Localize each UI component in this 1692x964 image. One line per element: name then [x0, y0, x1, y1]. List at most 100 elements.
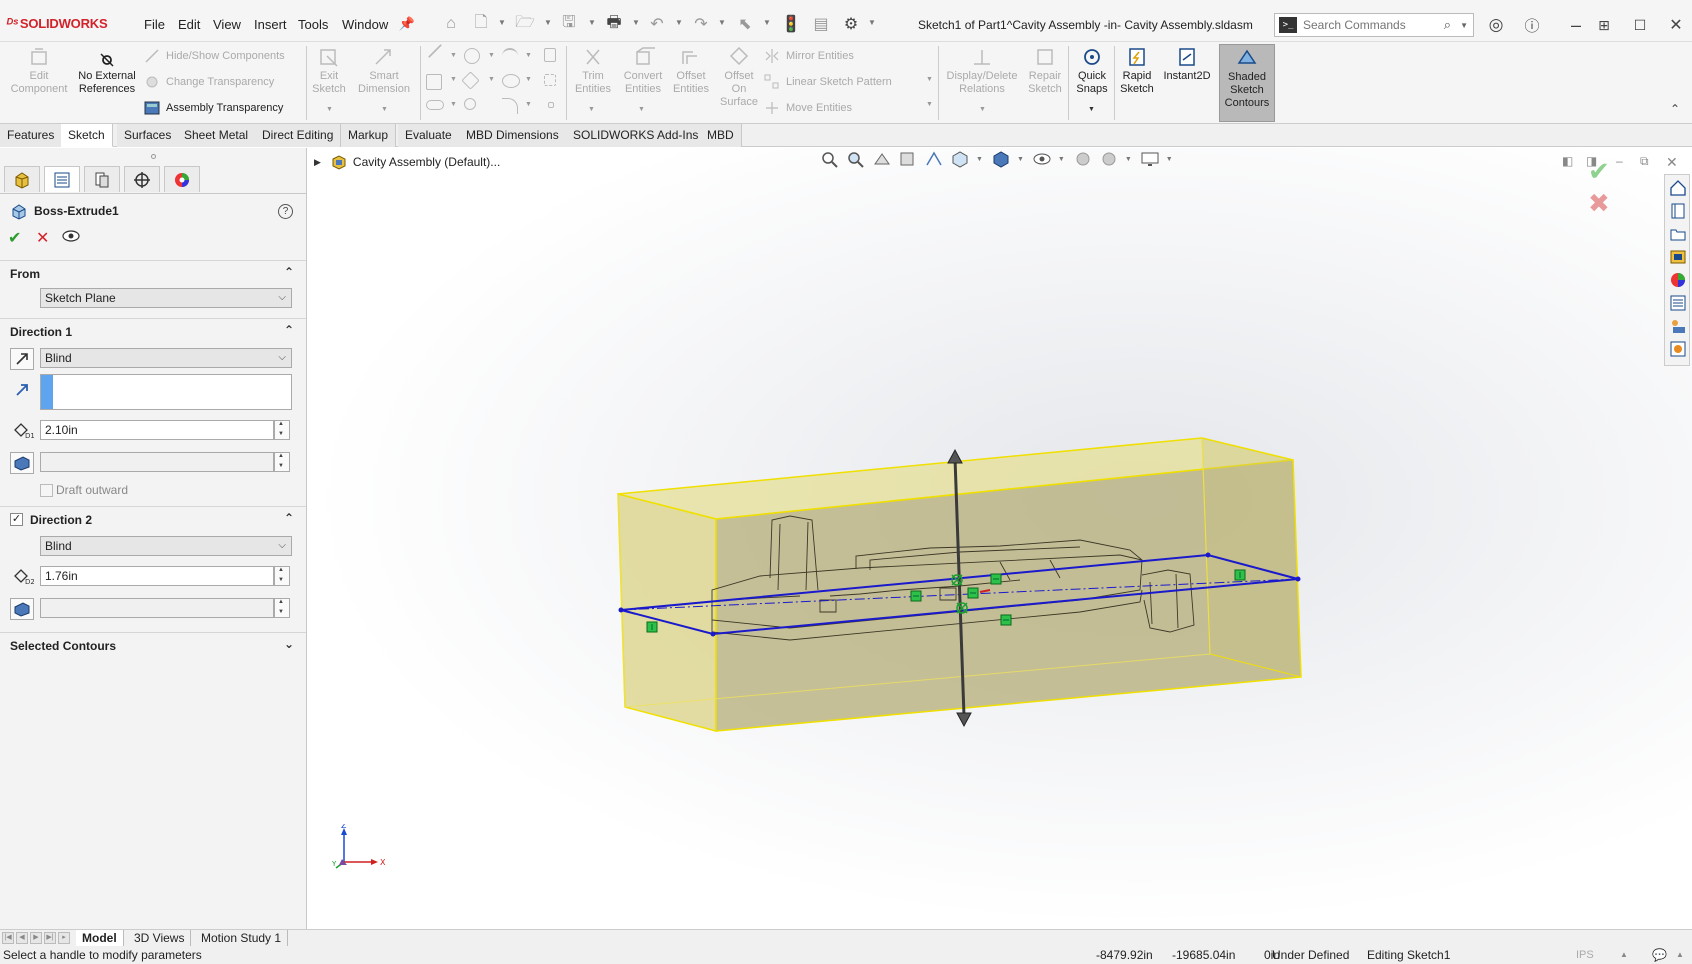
- draft-angle-spinner-2[interactable]: [274, 598, 290, 618]
- options-dropdown-icon[interactable]: ▼: [868, 18, 876, 27]
- direction1-depth-input[interactable]: 2.10in: [40, 420, 274, 440]
- direction-of-extrusion-selection-box[interactable]: [40, 374, 292, 410]
- rapid-sketch-button[interactable]: Rapid Sketch: [1116, 46, 1158, 96]
- pattern-dropdown-icon[interactable]: ▼: [926, 76, 933, 83]
- draft-angle-spinner[interactable]: [274, 452, 290, 472]
- next-tab-nav-icon[interactable]: ▶: [30, 932, 42, 944]
- help-icon[interactable]: ?: [278, 204, 293, 219]
- exit-sketch-dropdown-icon[interactable]: ▼: [326, 106, 333, 113]
- reverse-direction1-button[interactable]: [10, 348, 34, 370]
- expand-chevron-icon[interactable]: ⌄: [284, 637, 294, 651]
- relations-dropdown-icon[interactable]: ▼: [979, 106, 986, 113]
- search-commands-box[interactable]: >_ ⌕ ▼: [1274, 13, 1474, 37]
- direction2-drag-handle-arrow[interactable]: [956, 712, 972, 728]
- draft-on-off-button-2[interactable]: [10, 598, 34, 620]
- tab-surfaces[interactable]: Surfaces: [117, 124, 180, 147]
- feature-manager-tab[interactable]: [4, 166, 40, 192]
- file-properties-icon[interactable]: ▤: [810, 13, 832, 35]
- home-icon[interactable]: ⌂: [440, 13, 462, 35]
- trim-dropdown-icon[interactable]: ▼: [588, 106, 595, 113]
- repair-sketch-button[interactable]: Repair Sketch: [1024, 46, 1066, 96]
- tab-markup[interactable]: Markup: [341, 124, 397, 147]
- tab-sheet-metal[interactable]: Sheet Metal: [177, 124, 257, 147]
- direction1-group-header[interactable]: Direction 1 ⌃: [0, 318, 306, 342]
- save-icon[interactable]: 🖫: [558, 13, 580, 35]
- display-delete-relations-button[interactable]: Display/Delete Relations: [942, 46, 1022, 96]
- rectangle-dropdown-icon[interactable]: ▼: [450, 76, 457, 83]
- assembly-transparency-button[interactable]: Assembly Transparency: [144, 100, 283, 116]
- convert-entities-button[interactable]: Convert Entities: [618, 46, 668, 96]
- solidworks-logo[interactable]: ᴰˢ SOLIDWORKS: [6, 14, 108, 32]
- print-icon[interactable]: 🖶: [603, 13, 625, 35]
- hide-show-components-button[interactable]: Hide/Show Components: [144, 48, 285, 64]
- direction1-drag-handle-arrow[interactable]: [947, 448, 963, 464]
- status-units[interactable]: IPS: [1576, 946, 1594, 964]
- search-icon[interactable]: ⌕: [1444, 17, 1451, 33]
- linear-sketch-pattern-button[interactable]: Linear Sketch Pattern: [764, 74, 892, 90]
- configuration-manager-tab[interactable]: [84, 166, 120, 192]
- tab-mbd[interactable]: MBD: [700, 124, 742, 147]
- edit-component-button[interactable]: Edit Component: [6, 46, 72, 96]
- tile-window-icon[interactable]: ⊞: [1594, 15, 1614, 35]
- status-bar-dropdown-icon[interactable]: ▲: [1676, 946, 1684, 964]
- dimxpert-manager-tab[interactable]: [124, 166, 160, 192]
- move-dropdown-icon[interactable]: ▼: [926, 101, 933, 108]
- from-start-condition-select[interactable]: Sketch Plane ⌵: [40, 288, 292, 308]
- collapse-ribbon-icon[interactable]: ⌃: [1670, 102, 1680, 116]
- tab-scroll-icon[interactable]: ▸: [58, 932, 70, 944]
- polygon-tool-icon[interactable]: [461, 71, 480, 90]
- tab-direct-editing[interactable]: Direct Editing: [255, 124, 342, 147]
- point-tool-icon[interactable]: [464, 98, 476, 110]
- smart-dimension-button[interactable]: Smart Dimension: [354, 46, 414, 96]
- direction2-end-condition-select[interactable]: Blind ⌵: [40, 536, 292, 556]
- circle-tool-icon[interactable]: [464, 48, 480, 64]
- graphics-area[interactable]: ▶ Cavity Assembly (Default)... ▼ ▼ ▼ ▼ ▼…: [308, 148, 1692, 929]
- rectangle-tool-icon[interactable]: [426, 74, 442, 90]
- draft-angle-input[interactable]: [40, 452, 274, 472]
- plane-tool-icon[interactable]: [544, 74, 556, 86]
- options-gear-icon[interactable]: ⚙: [840, 13, 862, 35]
- draft-outward-checkbox[interactable]: [40, 484, 53, 497]
- new-dropdown-icon[interactable]: ▼: [498, 18, 506, 27]
- exit-sketch-button[interactable]: Exit Sketch: [308, 46, 350, 96]
- tab-model[interactable]: Model: [76, 930, 124, 947]
- draft-angle-input-2[interactable]: [40, 598, 274, 618]
- change-transparency-button[interactable]: Change Transparency: [144, 74, 274, 90]
- print-dropdown-icon[interactable]: ▼: [632, 18, 640, 27]
- rebuild-icon[interactable]: 🚦: [780, 13, 802, 35]
- prev-tab-nav-icon[interactable]: ◀: [16, 932, 28, 944]
- tab-sketch[interactable]: Sketch: [61, 124, 113, 147]
- mirror-entities-button[interactable]: Mirror Entities: [764, 48, 854, 64]
- fillet-tool-icon[interactable]: [502, 98, 518, 114]
- circle-dropdown-icon[interactable]: ▼: [488, 52, 495, 59]
- menu-insert[interactable]: Insert: [254, 17, 287, 33]
- maximize-window-icon[interactable]: ☐: [1630, 15, 1650, 35]
- line-tool-icon[interactable]: [427, 43, 443, 59]
- new-document-icon[interactable]: 🗋: [470, 13, 492, 35]
- help-icon[interactable]: ⓘ: [1522, 15, 1542, 35]
- offset-on-surface-button[interactable]: Offset On Surface: [716, 46, 762, 109]
- direction2-depth-spinner[interactable]: [274, 566, 290, 586]
- move-entities-button[interactable]: Move Entities: [764, 100, 852, 116]
- from-group-header[interactable]: From ⌃: [0, 260, 306, 284]
- extrude-preview-canvas[interactable]: [308, 148, 1692, 929]
- polygon-dropdown-icon[interactable]: ▼: [488, 76, 495, 83]
- undo-icon[interactable]: ↶: [646, 13, 668, 35]
- small-point-icon[interactable]: [548, 102, 554, 108]
- panel-splitter-handle[interactable]: [151, 154, 156, 159]
- line-dropdown-icon[interactable]: ▼: [450, 52, 457, 59]
- collapse-chevron-icon[interactable]: ⌃: [284, 265, 294, 279]
- rapid-tooltips-icon[interactable]: 💬: [1652, 946, 1667, 964]
- save-dropdown-icon[interactable]: ▼: [588, 18, 596, 27]
- search-dropdown-icon[interactable]: ▼: [1460, 21, 1468, 30]
- tab-motion-study-1[interactable]: Motion Study 1: [195, 930, 289, 947]
- direction1-depth-spinner[interactable]: [274, 420, 290, 440]
- slot-tool-icon[interactable]: [426, 100, 444, 110]
- collapse-chevron-icon[interactable]: ⌃: [284, 511, 294, 525]
- detailed-preview-eye-icon[interactable]: [62, 230, 80, 242]
- open-dropdown-icon[interactable]: ▼: [544, 18, 552, 27]
- direction2-checkbox[interactable]: ✓: [10, 513, 23, 526]
- direction1-end-condition-select[interactable]: Blind ⌵: [40, 348, 292, 368]
- text-tool-icon[interactable]: [544, 48, 556, 62]
- tab-features[interactable]: Features: [0, 124, 63, 147]
